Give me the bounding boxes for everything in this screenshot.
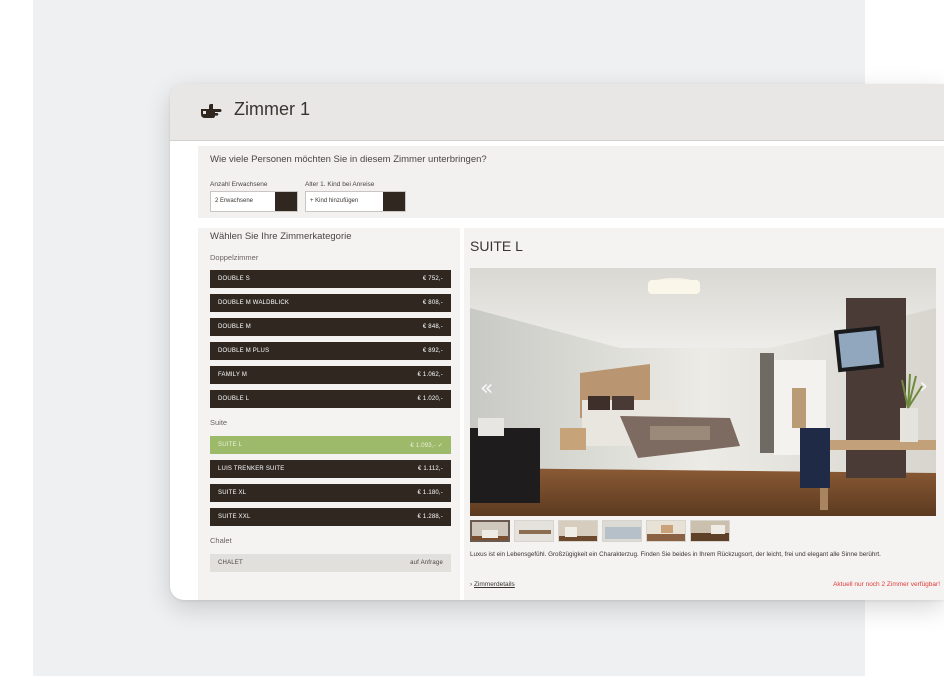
room-option-price: € 1.112,- bbox=[417, 466, 443, 472]
persons-question: Wie viele Personen möchten Sie in diesem… bbox=[210, 154, 487, 165]
room-option-price: € 1.020,- bbox=[417, 396, 443, 402]
room-option-double-s[interactable]: DOUBLE S € 752,- bbox=[210, 270, 451, 288]
room-option-name: FAMILY M bbox=[218, 372, 248, 378]
room-option-name: DOUBLE L bbox=[218, 396, 250, 402]
room-details-link-prefix: › bbox=[470, 581, 473, 588]
room-option-price: € 752,- bbox=[422, 276, 443, 282]
hand-pointing-icon bbox=[201, 104, 222, 118]
room-description: Luxus ist ein Lebensgefühl. Großzügigkei… bbox=[470, 551, 881, 558]
room-option-double-l[interactable]: DOUBLE L € 1.020,- bbox=[210, 390, 451, 408]
adults-select-arrow bbox=[275, 192, 297, 211]
room-details-link[interactable]: › Zimmerdetails bbox=[470, 581, 515, 588]
room-option-double-m[interactable]: DOUBLE M € 848,- bbox=[210, 318, 451, 336]
room-option-name: SUITE L bbox=[218, 442, 243, 448]
room-option-chalet[interactable]: CHALET auf Anfrage bbox=[210, 554, 451, 572]
group-label-doppelzimmer: Doppelzimmer bbox=[210, 253, 259, 262]
gallery-prev-icon[interactable]: « bbox=[480, 376, 493, 401]
group-label-chalet: Chalet bbox=[210, 536, 232, 545]
room-option-name: SUITE XL bbox=[218, 490, 247, 496]
room-card: Zimmer 1 Wie viele Personen möchten Sie … bbox=[170, 84, 944, 600]
room-option-family-m[interactable]: FAMILY M € 1.062,- bbox=[210, 366, 451, 384]
room-option-name: DOUBLE S bbox=[218, 276, 250, 282]
thumbnail-6[interactable] bbox=[690, 520, 730, 542]
room-option-price: € 848,- bbox=[422, 324, 443, 330]
room-option-suite-xxl[interactable]: SUITE XXL € 1.288,- bbox=[210, 508, 451, 526]
room-title: Zimmer 1 bbox=[234, 99, 310, 119]
room-option-luis-trenker-suite[interactable]: LUIS TRENKER SUITE € 1.112,- bbox=[210, 460, 451, 478]
room-option-name: DOUBLE M WALDBLICK bbox=[218, 300, 290, 306]
thumbnail-4[interactable] bbox=[602, 520, 642, 542]
room-option-price: € 1.062,- bbox=[417, 372, 443, 378]
room-option-price: auf Anfrage bbox=[410, 560, 443, 566]
adults-label: Anzahl Erwachsene bbox=[210, 181, 268, 188]
room-header: Zimmer 1 bbox=[170, 84, 944, 141]
room-detail: SUITE L « › Luxus ist ein Lebensgefühl. … bbox=[464, 228, 944, 600]
thumbnail-2[interactable] bbox=[514, 520, 554, 542]
room-option-name: DOUBLE M bbox=[218, 324, 251, 330]
room-photo-image bbox=[470, 268, 936, 516]
thumbnail-5[interactable] bbox=[646, 520, 686, 542]
room-option-suite-l[interactable]: SUITE L € 1.093,- ✓ bbox=[210, 436, 451, 454]
room-option-name: CHALET bbox=[218, 560, 243, 566]
room-option-double-m-plus[interactable]: DOUBLE M PLUS € 892,- bbox=[210, 342, 451, 360]
availability-notice: Aktuell nur noch 2 Zimmer verfügbar! bbox=[833, 581, 940, 588]
gallery-next-icon[interactable]: › bbox=[919, 374, 928, 399]
categories-title: Wählen Sie Ihre Zimmerkategorie bbox=[210, 231, 352, 242]
child-age-label: Alter 1. Kind bei Anreise bbox=[305, 181, 375, 188]
room-categories: Wählen Sie Ihre Zimmerkategorie Doppelzi… bbox=[198, 228, 460, 600]
thumbnail-1[interactable] bbox=[470, 520, 510, 542]
room-option-price: € 808,- bbox=[422, 300, 443, 306]
thumbnail-3[interactable] bbox=[558, 520, 598, 542]
adults-select[interactable]: 2 Erwachsene bbox=[210, 191, 298, 212]
selected-room-title: SUITE L bbox=[470, 238, 523, 254]
room-option-suite-xl[interactable]: SUITE XL € 1.180,- bbox=[210, 484, 451, 502]
child-select-arrow bbox=[383, 192, 405, 211]
group-label-suite: Suite bbox=[210, 418, 228, 427]
room-details-link-label: Zimmerdetails bbox=[473, 581, 515, 588]
room-option-double-m-waldblick[interactable]: DOUBLE M WALDBLICK € 808,- bbox=[210, 294, 451, 312]
child-select-value: + Kind hinzufügen bbox=[310, 198, 359, 204]
room-photo: « › bbox=[470, 268, 936, 516]
room-option-price: € 1.093,- ✓ bbox=[410, 442, 443, 449]
adults-select-value: 2 Erwachsene bbox=[215, 198, 254, 204]
room-option-price: € 1.180,- bbox=[417, 490, 443, 496]
persons-section: Wie viele Personen möchten Sie in diesem… bbox=[198, 146, 944, 218]
room-option-name: DOUBLE M PLUS bbox=[218, 348, 270, 354]
child-select[interactable]: + Kind hinzufügen bbox=[305, 191, 406, 212]
room-option-name: SUITE XXL bbox=[218, 514, 251, 520]
room-option-price: € 892,- bbox=[422, 348, 443, 354]
room-option-price: € 1.288,- bbox=[417, 514, 443, 520]
room-option-name: LUIS TRENKER SUITE bbox=[218, 466, 285, 472]
